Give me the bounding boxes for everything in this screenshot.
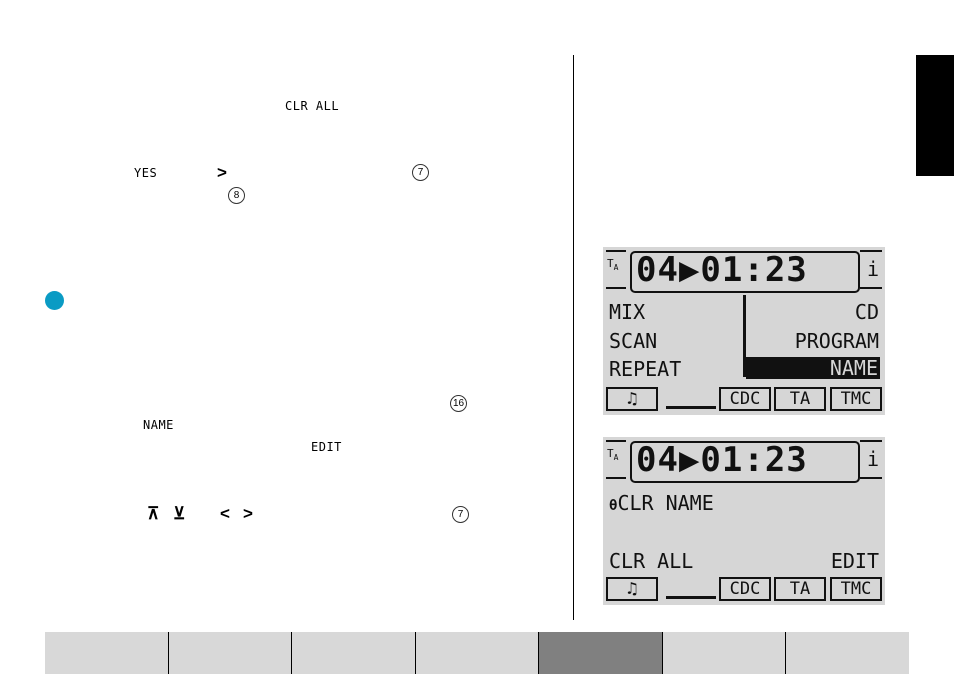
reference-number-16: 16 [450, 395, 467, 412]
track-time-readout: 04▶01:23 [636, 250, 808, 290]
info-icon: i [866, 447, 879, 471]
reference-number-8: 8 [228, 187, 245, 204]
right-arrow-icon: > [243, 504, 253, 523]
softkey-edit[interactable]: EDIT [831, 549, 879, 573]
name-label: NAME [143, 418, 174, 432]
section-tab-1[interactable] [45, 632, 169, 674]
reference-number-7: 7 [412, 164, 429, 181]
lcd-header: TA 04▶01:23 i [603, 437, 885, 483]
down-arrow-icon: ⊻ [173, 504, 186, 523]
ta-indicator: TA [774, 387, 826, 411]
section-tab-7[interactable] [786, 632, 910, 674]
section-tab-strip [45, 632, 910, 674]
info-icon: i [866, 257, 879, 281]
section-tab-4[interactable] [415, 632, 540, 674]
tmc-indicator: TMC [830, 387, 882, 411]
reference-number-7: 7 [452, 506, 469, 523]
menu-item-repeat[interactable]: REPEAT [609, 357, 681, 381]
cdc-indicator: CDC [719, 387, 771, 411]
menu-item-cd[interactable]: CD [855, 300, 879, 324]
section-tab-5-active[interactable] [539, 632, 663, 674]
menu-item-mix[interactable]: MIX [609, 300, 645, 324]
music-icon: ♫ [606, 387, 658, 411]
menu-item-scan[interactable]: SCAN [609, 329, 657, 353]
ta-indicator: TA [774, 577, 826, 601]
lcd-header: TA 04▶01:23 i [603, 247, 885, 293]
section-tab-6[interactable] [662, 632, 787, 674]
edit-label: EDIT [311, 440, 342, 454]
music-icon: ♫ [606, 577, 658, 601]
column-divider [573, 55, 574, 620]
menu-item-name-selected[interactable]: NAME [746, 357, 880, 379]
ta-icon: TA [607, 257, 619, 273]
indicator-bar: ♫ CDC TA TMC [606, 577, 882, 601]
indicator-bar: ♫ CDC TA TMC [606, 387, 882, 411]
up-arrow-icon: ⊼ [147, 504, 160, 523]
track-time-readout: 04▶01:23 [636, 440, 808, 480]
tmc-indicator: TMC [830, 577, 882, 601]
note-bullet-icon [45, 291, 64, 310]
right-arrow-icon: > [217, 163, 227, 182]
left-arrow-icon: < [220, 504, 230, 523]
yes-label: YES [134, 166, 158, 180]
section-tab-3[interactable] [292, 632, 416, 674]
ta-icon: TA [607, 447, 619, 463]
cdc-indicator: CDC [719, 577, 771, 601]
softkey-clr-all[interactable]: CLR ALL [609, 549, 693, 573]
section-tab-2[interactable] [168, 632, 293, 674]
lcd-display-menu: TA 04▶01:23 i MIX SCAN REPEAT CD PROGRAM… [603, 247, 885, 415]
lcd-display-name-edit: TA 04▶01:23 i θCLR NAME CLR ALL EDIT ♫ C… [603, 437, 885, 605]
clr-all-label: CLR ALL [285, 99, 340, 113]
clr-name-line: θCLR NAME [609, 491, 714, 515]
menu-item-program[interactable]: PROGRAM [795, 329, 879, 353]
language-tab-marker [916, 55, 954, 176]
